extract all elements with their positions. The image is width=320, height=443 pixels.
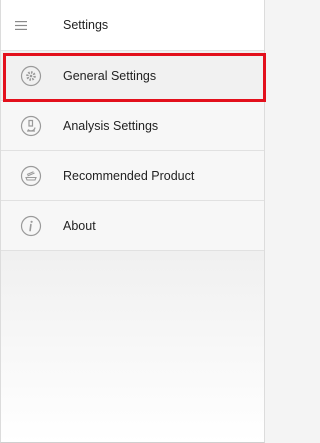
app-header: Settings	[1, 0, 264, 51]
menu-item-analysis-settings[interactable]: Analysis Settings	[1, 101, 264, 151]
menu-item-recommended-product[interactable]: Recommended Product	[1, 151, 264, 201]
hamburger-menu-icon[interactable]	[1, 0, 41, 51]
menu-item-about[interactable]: About	[1, 201, 264, 251]
menu-item-label: Analysis Settings	[63, 118, 159, 133]
microscope-icon	[20, 115, 42, 137]
info-icon	[20, 215, 42, 237]
page-title: Settings	[63, 18, 109, 32]
menu-item-label: General Settings	[63, 68, 157, 83]
menu-item-general-settings[interactable]: General Settings	[1, 51, 264, 101]
gear-icon	[20, 65, 42, 87]
settings-screen: Settings General Settings Analysis Setti…	[0, 0, 266, 443]
menu-item-label: About	[63, 218, 96, 233]
product-icon	[20, 165, 42, 187]
menu-item-label: Recommended Product	[63, 168, 195, 183]
